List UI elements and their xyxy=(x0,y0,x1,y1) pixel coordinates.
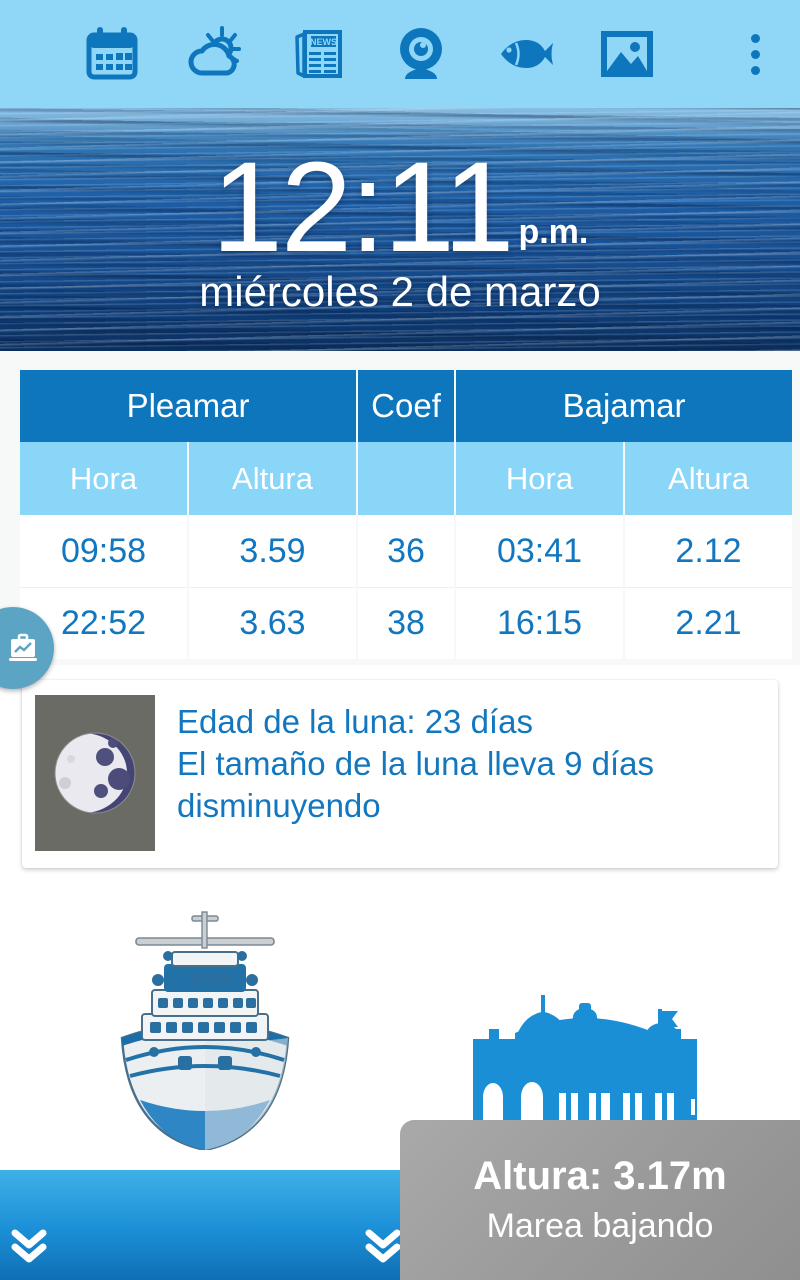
table-row[interactable]: 22:52 3.63 38 16:15 2.21 xyxy=(20,587,793,659)
overflow-dot xyxy=(750,65,760,75)
cell-pleamar-hora: 09:58 xyxy=(20,515,187,587)
overflow-dot xyxy=(750,49,760,59)
cell-bajamar-hora: 16:15 xyxy=(456,587,624,659)
cell-bajamar-hora: 03:41 xyxy=(456,515,624,587)
clock-time-row: 12:11 p.m. xyxy=(211,135,589,279)
app-root: NEWS 12:11 p.m. miércoles 2 de marzo Ple… xyxy=(0,0,800,1280)
gallery-icon[interactable] xyxy=(596,23,658,85)
cell-coef: 36 xyxy=(358,515,455,587)
header-coef: Coef xyxy=(358,370,455,442)
cell-pleamar-altura: 3.63 xyxy=(189,587,357,659)
tide-state-label: Marea bajando xyxy=(486,1207,714,1245)
header-pleamar: Pleamar xyxy=(20,370,357,442)
moon-info-card[interactable]: Edad de la luna: 23 días El tamaño de la… xyxy=(22,680,778,868)
tide-table-section: Pleamar Coef Bajamar Hora Altura Hora Al… xyxy=(0,351,800,665)
tide-table: Pleamar Coef Bajamar Hora Altura Hora Al… xyxy=(18,370,794,659)
subheader-bajamar-altura: Altura xyxy=(625,442,793,515)
weather-icon[interactable] xyxy=(184,23,246,85)
moon-description: Edad de la luna: 23 días El tamaño de la… xyxy=(177,695,654,827)
clock-date: miércoles 2 de marzo xyxy=(199,268,601,316)
table-group-header-row: Pleamar Coef Bajamar xyxy=(20,370,793,442)
moon-phase-line-2: disminuyendo xyxy=(177,786,381,824)
moon-phase-line-1: El tamaño de la luna lleva 9 días xyxy=(177,744,654,782)
cell-bajamar-altura: 2.12 xyxy=(625,515,793,587)
moon-phase-icon xyxy=(35,695,155,851)
fish-icon[interactable] xyxy=(493,23,555,85)
subheader-pleamar-hora: Hora xyxy=(20,442,187,515)
double-chevron-down-icon[interactable] xyxy=(6,1221,52,1272)
overflow-menu-button[interactable] xyxy=(728,19,782,89)
header-bajamar: Bajamar xyxy=(456,370,793,442)
webcam-icon[interactable] xyxy=(390,23,452,85)
subheader-bajamar-hora: Hora xyxy=(456,442,624,515)
moon-age-line: Edad de la luna: 23 días xyxy=(177,703,533,740)
clock-ampm: p.m. xyxy=(518,213,589,252)
overflow-dot xyxy=(750,33,760,43)
clock-widget: 12:11 p.m. miércoles 2 de marzo xyxy=(0,108,800,351)
clock-time: 12:11 xyxy=(211,135,515,279)
cell-coef: 38 xyxy=(358,587,455,659)
subheader-pleamar-altura: Altura xyxy=(189,442,357,515)
tide-height-value: Altura: 3.17m xyxy=(473,1154,727,1198)
table-row[interactable]: 09:58 3.59 36 03:41 2.12 xyxy=(20,515,793,587)
clock-hero-banner[interactable]: 12:11 p.m. miércoles 2 de marzo xyxy=(0,108,800,351)
news-icon[interactable]: NEWS xyxy=(287,23,349,85)
cell-pleamar-altura: 3.59 xyxy=(189,515,357,587)
news-badge-text: NEWS xyxy=(310,37,337,47)
table-subheader-row: Hora Altura Hora Altura xyxy=(20,442,793,515)
subheader-coef-blank xyxy=(358,442,455,515)
cell-bajamar-altura: 2.21 xyxy=(625,587,793,659)
toolbar-icon-group: NEWS xyxy=(0,23,728,85)
current-tide-overlay[interactable]: Altura: 3.17m Marea bajando xyxy=(400,1120,800,1280)
calendar-icon[interactable] xyxy=(81,23,143,85)
cruise-ship-icon xyxy=(80,910,330,1155)
top-toolbar: NEWS xyxy=(0,0,800,108)
